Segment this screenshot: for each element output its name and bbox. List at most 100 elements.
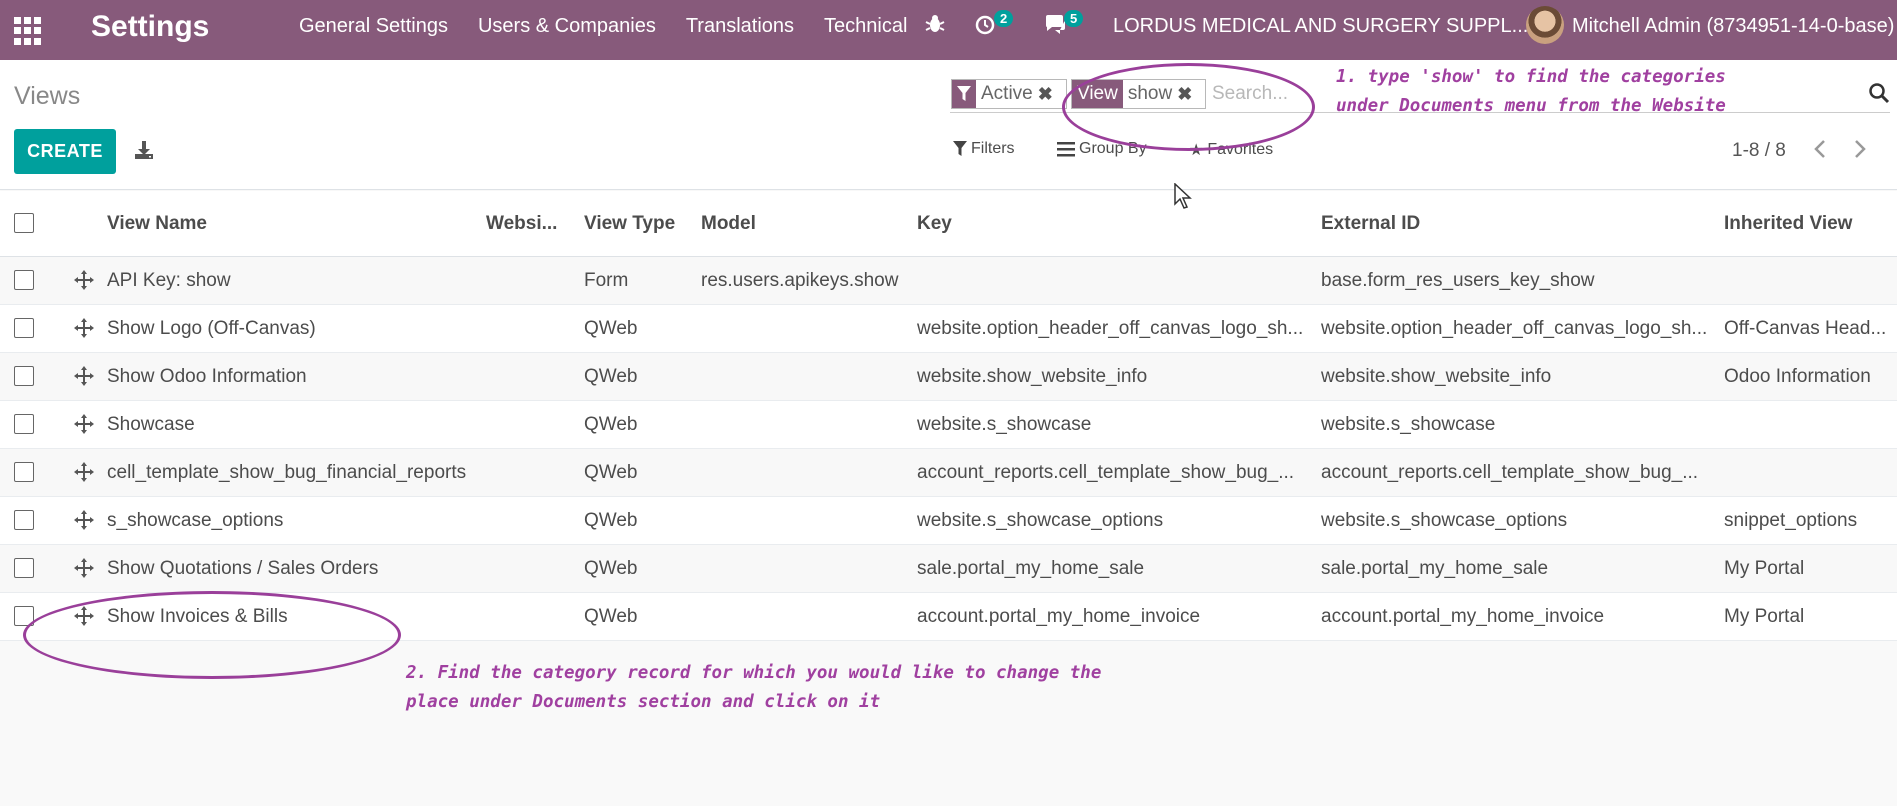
pager-value[interactable]: 1-8 / 8: [1732, 140, 1786, 162]
table-body: API Key: show Form res.users.apikeys.sho…: [0, 257, 1897, 641]
row-checkbox[interactable]: [14, 558, 34, 578]
drag-handle-icon[interactable]: [73, 317, 95, 339]
row-checkbox[interactable]: [14, 318, 34, 338]
column-key[interactable]: Key: [917, 213, 952, 235]
row-checkbox[interactable]: [14, 510, 34, 530]
cell-inherited-view: My Portal: [1724, 606, 1805, 627]
row-checkbox[interactable]: [14, 366, 34, 386]
annotation-step2: 2. Find the category record for which yo…: [406, 663, 1102, 712]
menu-general-settings[interactable]: General Settings: [299, 15, 448, 38]
drag-handle-icon[interactable]: [73, 269, 95, 291]
debug-bug-icon[interactable]: [924, 13, 946, 41]
cell-view-name: cell_template_show_bug_financial_reports: [107, 462, 467, 483]
cell-view-name: Show Odoo Information: [107, 366, 307, 387]
cell-key: sale.portal_my_home_sale: [917, 558, 1145, 579]
cell-key: website.s_showcase: [917, 414, 1092, 435]
messaging-chat-icon[interactable]: 5: [1044, 10, 1084, 41]
cell-view-type: QWeb: [584, 558, 638, 579]
table-row[interactable]: API Key: show Form res.users.apikeys.sho…: [0, 257, 1897, 305]
cell-key: website.s_showcase_options: [917, 510, 1164, 531]
annotation-step1: 1. type 'show' to find the categories un…: [1336, 67, 1726, 116]
menu-users-companies[interactable]: Users & Companies: [478, 15, 656, 38]
cell-inherited-view: Off-Canvas Head...: [1724, 318, 1887, 339]
annotation-ellipse-record: [23, 591, 401, 679]
cell-view-type: QWeb: [584, 510, 638, 531]
cell-view-name: Show Logo (Off-Canvas): [107, 318, 316, 339]
remove-facet-icon[interactable]: ✖: [1038, 84, 1053, 105]
cell-external-id: website.s_showcase_options: [1321, 510, 1568, 531]
column-website[interactable]: Websi...: [486, 213, 557, 235]
table-row[interactable]: Show Odoo Information QWeb website.show_…: [0, 353, 1897, 401]
drag-handle-icon[interactable]: [73, 509, 95, 531]
company-switcher[interactable]: LORDUS MEDICAL AND SURGERY SUPPL...: [1113, 15, 1528, 38]
chevron-left-icon[interactable]: [1811, 138, 1829, 165]
cell-key: account_reports.cell_template_show_bug_.…: [917, 462, 1295, 483]
cell-external-id: account.portal_my_home_invoice: [1321, 606, 1605, 627]
apps-menu-icon[interactable]: [14, 15, 44, 45]
mouse-cursor-icon: [1174, 182, 1194, 216]
drag-handle-icon[interactable]: [73, 557, 95, 579]
cell-external-id: website.s_showcase: [1321, 414, 1496, 435]
create-button[interactable]: CREATE: [14, 129, 116, 174]
cell-key: account.portal_my_home_invoice: [917, 606, 1201, 627]
app-title: Settings: [91, 10, 210, 43]
table-row[interactable]: Showcase QWeb website.s_showcase website…: [0, 401, 1897, 449]
list-icon: [1057, 142, 1075, 157]
top-navbar: Settings General Settings Users & Compan…: [0, 0, 1897, 60]
filters-dropdown[interactable]: Filters: [953, 140, 1015, 158]
cell-model: res.users.apikeys.show: [701, 270, 899, 291]
row-checkbox[interactable]: [14, 270, 34, 290]
column-model[interactable]: Model: [701, 213, 756, 235]
facet-value: Active: [981, 83, 1033, 104]
breadcrumb: Views: [14, 82, 81, 110]
filter-facet-active[interactable]: Active ✖: [951, 79, 1067, 109]
column-view-name[interactable]: View Name: [107, 213, 207, 235]
table-header: View Name Websi... View Type Model Key E…: [0, 191, 1897, 257]
table-row[interactable]: Show Quotations / Sales Orders QWeb sale…: [0, 545, 1897, 593]
user-menu[interactable]: Mitchell Admin (8734951-14-0-base): [1572, 15, 1894, 38]
cell-view-name: Show Quotations / Sales Orders: [107, 558, 379, 579]
download-icon[interactable]: [133, 139, 155, 161]
cell-view-name: API Key: show: [107, 270, 231, 291]
table-row[interactable]: Show Logo (Off-Canvas) QWeb website.opti…: [0, 305, 1897, 353]
cell-external-id: sale.portal_my_home_sale: [1321, 558, 1549, 579]
user-avatar[interactable]: [1526, 6, 1564, 44]
cell-external-id: website.option_header_off_canvas_logo_sh…: [1321, 318, 1708, 339]
activity-clock-icon[interactable]: 2: [974, 10, 1014, 41]
drag-handle-icon[interactable]: [73, 461, 95, 483]
filters-label: Filters: [971, 140, 1015, 157]
filter-icon: [953, 141, 967, 156]
activity-count-badge: 2: [994, 10, 1014, 27]
row-checkbox[interactable]: [14, 414, 34, 434]
cell-external-id: website.show_website_info: [1321, 366, 1552, 387]
search-icon[interactable]: [1868, 82, 1890, 104]
cell-inherited-view: Odoo Information: [1724, 366, 1871, 387]
cell-key: website.show_website_info: [917, 366, 1148, 387]
views-table: View Name Websi... View Type Model Key E…: [0, 191, 1897, 641]
cell-view-name: Showcase: [107, 414, 195, 435]
drag-handle-icon[interactable]: [73, 413, 95, 435]
cell-view-name: s_showcase_options: [107, 510, 284, 531]
cell-key: website.option_header_off_canvas_logo_sh…: [917, 318, 1304, 339]
cell-inherited-view: My Portal: [1724, 558, 1805, 579]
column-inherited-view[interactable]: Inherited View: [1724, 213, 1852, 235]
cell-view-type: QWeb: [584, 366, 638, 387]
message-count-badge: 5: [1064, 10, 1084, 27]
table-row[interactable]: s_showcase_options QWeb website.s_showca…: [0, 497, 1897, 545]
cell-external-id: account_reports.cell_template_show_bug_.…: [1321, 462, 1699, 483]
cell-view-type: Form: [584, 270, 629, 291]
annotation-ellipse-search: [1062, 63, 1315, 151]
drag-handle-icon[interactable]: [73, 365, 95, 387]
menu-technical[interactable]: Technical: [824, 15, 907, 38]
main-menu: General Settings Users & Companies Trans…: [299, 15, 937, 38]
column-view-type[interactable]: View Type: [584, 213, 675, 235]
menu-translations[interactable]: Translations: [686, 15, 794, 38]
filter-icon: [952, 80, 976, 108]
row-checkbox[interactable]: [14, 462, 34, 482]
cell-view-type: QWeb: [584, 606, 638, 627]
select-all-checkbox[interactable]: [14, 213, 34, 233]
table-row[interactable]: cell_template_show_bug_financial_reports…: [0, 449, 1897, 497]
cell-external-id: base.form_res_users_key_show: [1321, 270, 1595, 291]
chevron-right-icon[interactable]: [1851, 138, 1869, 165]
column-external-id[interactable]: External ID: [1321, 213, 1420, 235]
